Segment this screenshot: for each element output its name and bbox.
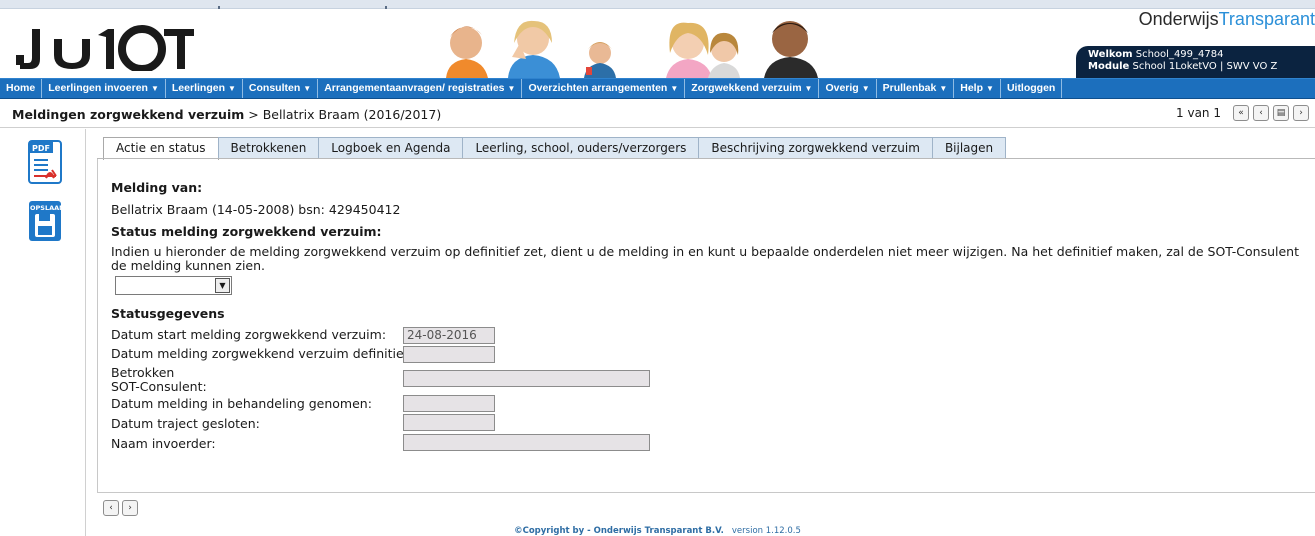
nav-item-uitloggen[interactable]: Uitloggen — [1001, 79, 1063, 98]
nav-item-label: Prullenbak — [882, 82, 937, 94]
nav-item-label: Help — [960, 82, 984, 94]
tab-bijlagen[interactable]: Bijlagen — [931, 137, 1007, 159]
children-banner-image — [446, 20, 818, 78]
nav-item-label: Leerlingen — [171, 82, 225, 94]
brand-prefix: Onderwijs — [1138, 9, 1219, 29]
main-nav: Home Leerlingen invoeren ▼ Leerlingen ▼ Consu… — [0, 78, 1315, 99]
caret-down-icon: ▼ — [150, 84, 159, 93]
welcome-label: Welkom — [1088, 49, 1133, 60]
field-label-line: Betrokken — [111, 365, 175, 380]
breadcrumb-current: Bellatrix Braam (2016/2017) — [262, 107, 442, 122]
melding-title: Melding van: — [111, 180, 203, 195]
bottom-pager: ‹ › — [103, 500, 138, 516]
field-label-in-behandeling: Datum melding in behandeling genomen: — [111, 396, 372, 411]
nav-item-overzichten-arrangementen[interactable]: Overzichten arrangementen ▼ — [522, 79, 686, 98]
field-label-line: SOT-Consulent: — [111, 379, 207, 394]
brand-wordmark: OnderwijsTransparant — [1139, 9, 1315, 30]
nav-item-help[interactable]: Help ▼ — [954, 79, 1001, 98]
nav-item-prullenbak[interactable]: Prullenbak ▼ — [877, 79, 955, 98]
caret-down-icon: ▼ — [228, 84, 236, 93]
tab-beschrijving-zorgwekkend-verzuim[interactable]: Beschrijving zorgwekkend verzuim — [698, 137, 933, 159]
action-rail: PDF OPSLAAN — [0, 129, 86, 536]
tab-leerling-school-ouders-verzorgers[interactable]: Leerling, school, ouders/verzorgers — [462, 137, 700, 159]
brand-suffix: Transparant — [1218, 9, 1315, 29]
tab-actie-en-status[interactable]: Actie en status — [103, 137, 219, 160]
status-select[interactable]: ▼ — [115, 276, 232, 295]
field-label-traject-gesloten: Datum traject gesloten: — [111, 416, 260, 431]
module-line: Module School 1LoketVO | SWV VO Z — [1088, 61, 1315, 73]
field-label-datum-start: Datum start melding zorgwekkend verzuim: — [111, 327, 387, 342]
caret-down-icon: ▼ — [804, 84, 813, 93]
module-value: School 1LoketVO | SWV VO Z — [1132, 61, 1278, 72]
sot-consulent-field[interactable] — [403, 370, 650, 387]
welcome-box: Welkom School_499_4784 Module School 1Lo… — [1076, 46, 1315, 78]
caret-down-icon: ▼ — [507, 84, 516, 93]
tab-strip: Actie en status Betrokkenen Logboek en Age… — [103, 137, 1007, 160]
caret-down-icon: ▼ — [670, 84, 679, 93]
nav-item-arrangementaanvragen-registraties[interactable]: Arrangementaanvragen/ registraties ▼ — [318, 79, 523, 98]
save-icon[interactable]: OPSLAAN — [28, 200, 62, 242]
field-label-datum-definitief: Datum melding zorgwekkend verzuim defini… — [111, 346, 412, 361]
nav-item-label: Arrangementaanvragen/ registraties — [324, 82, 505, 94]
traject-gesloten-field[interactable] — [403, 414, 495, 431]
breadcrumb-section[interactable]: Meldingen zorgwekkend verzuim — [12, 107, 244, 122]
nav-item-label: Zorgwekkend verzuim — [691, 82, 802, 94]
welcome-line: Welkom School_499_4784 — [1088, 49, 1315, 61]
tab-underline — [97, 158, 1315, 159]
caret-down-icon: ▼ — [303, 84, 312, 93]
tab-betrokkenen[interactable]: Betrokkenen — [217, 137, 320, 159]
in-behandeling-field[interactable] — [403, 395, 495, 412]
module-label: Module — [1088, 61, 1130, 72]
previous-tab-icon[interactable]: ‹ — [103, 500, 119, 516]
nav-item-label: Consulten — [248, 82, 301, 94]
datum-definitief-field[interactable] — [403, 346, 495, 363]
nav-item-label: Overig — [825, 82, 859, 94]
record-list-icon[interactable]: ▤ — [1273, 105, 1289, 121]
melding-value: Bellatrix Braam (14-05-2008) bsn: 429450… — [111, 202, 401, 217]
nav-item-label: Home — [6, 82, 36, 94]
nav-item-consulten[interactable]: Consulten ▼ — [243, 79, 319, 98]
copyright-text: ©Copyright by - Onderwijs Transparant B.… — [514, 526, 724, 536]
nav-item-label: Uitloggen — [1006, 82, 1056, 94]
top-strip — [0, 0, 1315, 9]
footer: ©Copyright by - Onderwijs Transparant B.… — [0, 526, 1315, 536]
record-pager: 1 van 1 « ‹ ▤ › — [1176, 105, 1309, 121]
pager-text: 1 van 1 — [1176, 106, 1221, 120]
app-logo[interactable] — [14, 21, 194, 71]
welcome-value: School_499_4784 — [1135, 49, 1224, 60]
next-tab-icon[interactable]: › — [122, 500, 138, 516]
tab-logboek-en-agenda[interactable]: Logboek en Agenda — [318, 137, 464, 159]
nav-item-label: Overzichten arrangementen — [528, 82, 668, 94]
status-description: Indien u hieronder de melding zorgwekken… — [111, 244, 1300, 273]
datum-start-field[interactable]: 24-08-2016 — [403, 327, 495, 344]
breadcrumb: Meldingen zorgwekkend verzuim > Bellatri… — [12, 107, 441, 122]
nav-item-zorgwekkend-verzuim[interactable]: Zorgwekkend verzuim ▼ — [685, 79, 820, 98]
naam-invoerder-field[interactable] — [403, 434, 650, 451]
first-record-icon[interactable]: « — [1233, 105, 1249, 121]
breadcrumb-bar: Meldingen zorgwekkend verzuim > Bellatri… — [0, 100, 1315, 128]
caret-down-icon: ▼ — [861, 84, 870, 93]
previous-record-icon[interactable]: ‹ — [1253, 105, 1269, 121]
pdf-label: PDF — [32, 144, 50, 153]
nav-item-label: Leerlingen invoeren — [48, 82, 148, 94]
caret-down-icon: ▼ — [986, 84, 994, 93]
field-label-naam-invoerder: Naam invoerder: — [111, 436, 216, 451]
nav-item-leerlingen-invoeren[interactable]: Leerlingen invoeren ▼ — [42, 79, 166, 98]
statusgegevens-title: Statusgegevens — [111, 306, 225, 321]
save-label: OPSLAAN — [30, 204, 62, 212]
field-label-sot-consulent: Betrokken SOT-Consulent: — [111, 366, 207, 394]
status-title: Status melding zorgwekkend verzuim: — [111, 224, 382, 239]
dropdown-arrow-icon[interactable]: ▼ — [215, 278, 230, 293]
nav-item-home[interactable]: Home — [0, 79, 43, 98]
nav-item-overig[interactable]: Overig ▼ — [819, 79, 877, 98]
header: OnderwijsTransparant Welkom School_499_4… — [0, 9, 1315, 78]
nav-item-leerlingen[interactable]: Leerlingen ▼ — [166, 79, 243, 98]
next-record-icon[interactable]: › — [1293, 105, 1309, 121]
pdf-export-icon[interactable]: PDF — [28, 140, 62, 184]
version-text: version 1.12.0.5 — [731, 526, 801, 536]
caret-down-icon: ▼ — [939, 84, 948, 93]
breadcrumb-separator: > — [244, 107, 263, 122]
